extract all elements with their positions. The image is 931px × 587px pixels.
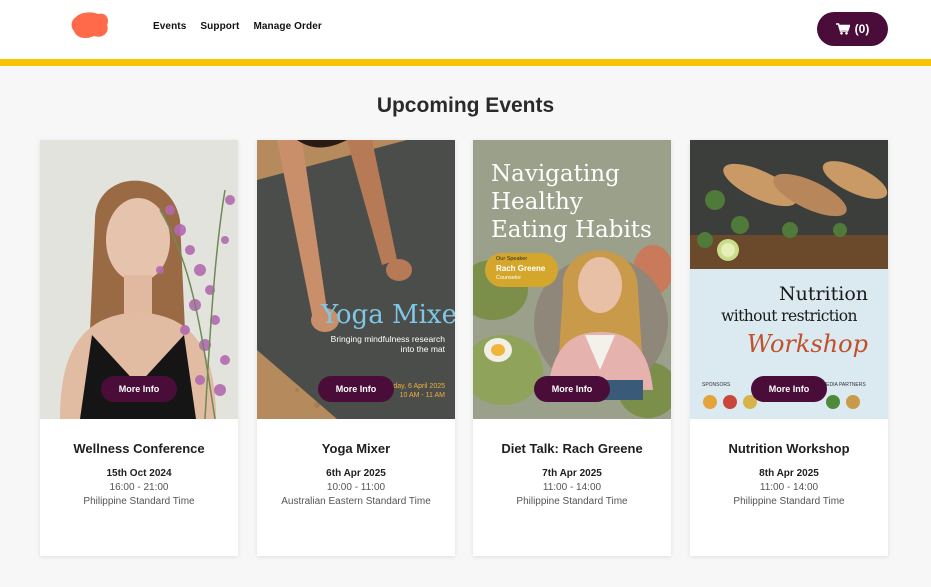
- event-timezone: Philippine Standard Time: [733, 496, 845, 507]
- poster-line1: Nutrition: [778, 283, 868, 305]
- event-time: 10:00 - 11:00: [326, 482, 386, 493]
- event-card: Yoga Mixer Bringing mindfulness research…: [257, 140, 455, 556]
- event-title: Yoga Mixer: [321, 441, 391, 456]
- event-title: Wellness Conference: [73, 441, 205, 456]
- event-title: Nutrition Workshop: [728, 441, 850, 456]
- more-info-button[interactable]: More Info: [751, 376, 827, 402]
- event-timezone: Australian Eastern Standard Time: [281, 496, 431, 507]
- speaker-tag: Our Speaker: [496, 256, 528, 262]
- poster-line2: without restriction: [721, 307, 857, 325]
- header-accent-stripe: [0, 59, 931, 66]
- event-date: 7th Apr 2025: [542, 468, 602, 479]
- poster-heading: Yoga Mixer: [321, 300, 455, 330]
- poster-heading: Navigating Healthy Eating Habits: [491, 161, 652, 243]
- event-time: 16:00 - 21:00: [109, 482, 169, 493]
- event-date: 15th Oct 2024: [106, 468, 172, 479]
- cart-button[interactable]: (0): [817, 12, 888, 46]
- event-title: Diet Talk: Rach Greene: [501, 441, 643, 456]
- speaker-name: Rach Greene: [496, 264, 546, 273]
- event-time: 11:00 - 14:00: [542, 482, 602, 493]
- cart-count: (0): [854, 22, 870, 36]
- nav-manage-order-link[interactable]: Manage Order: [253, 21, 321, 32]
- site-header: Events Support Manage Order (0): [0, 0, 931, 59]
- nav-events-link[interactable]: Events: [153, 21, 186, 32]
- event-info: Wellness Conference 15th Oct 2024 16:00 …: [40, 419, 238, 507]
- poster-subheading: Bringing mindfulness research into the m…: [330, 334, 445, 354]
- event-card: Wellness Conference 15th Oct 2024 16:00 …: [40, 140, 238, 556]
- more-info-button[interactable]: More Info: [101, 376, 177, 402]
- event-info: Nutrition Workshop 8th Apr 2025 11:00 - …: [690, 419, 888, 507]
- event-timezone: Philippine Standard Time: [516, 496, 628, 507]
- event-date: 6th Apr 2025: [326, 468, 386, 479]
- brand-logo-icon[interactable]: [70, 11, 110, 39]
- poster-line3: Workshop: [746, 330, 868, 358]
- event-card: Navigating Healthy Eating Habits Our Spe…: [473, 140, 671, 556]
- nav-support-link[interactable]: Support: [200, 21, 239, 32]
- event-date: 8th Apr 2025: [759, 468, 819, 479]
- event-info: Yoga Mixer 6th Apr 2025 10:00 - 11:00 Au…: [257, 419, 455, 507]
- more-info-button[interactable]: More Info: [534, 376, 610, 402]
- more-info-button[interactable]: More Info: [318, 376, 394, 402]
- event-time: 11:00 - 14:00: [759, 482, 819, 493]
- poster-partners: MEDIA PARTNERS: [822, 382, 866, 388]
- event-timezone: Philippine Standard Time: [83, 496, 195, 507]
- page-title: Upcoming Events: [376, 94, 555, 117]
- cart-icon: [835, 23, 850, 35]
- main-nav: Events Support Manage Order: [153, 21, 322, 32]
- event-card: Nutrition without restriction Workshop S…: [690, 140, 888, 556]
- speaker-role: Counselor: [496, 275, 522, 281]
- poster-sponsors: SPONSORS: [702, 382, 731, 388]
- event-info: Diet Talk: Rach Greene 7th Apr 2025 11:0…: [473, 419, 671, 507]
